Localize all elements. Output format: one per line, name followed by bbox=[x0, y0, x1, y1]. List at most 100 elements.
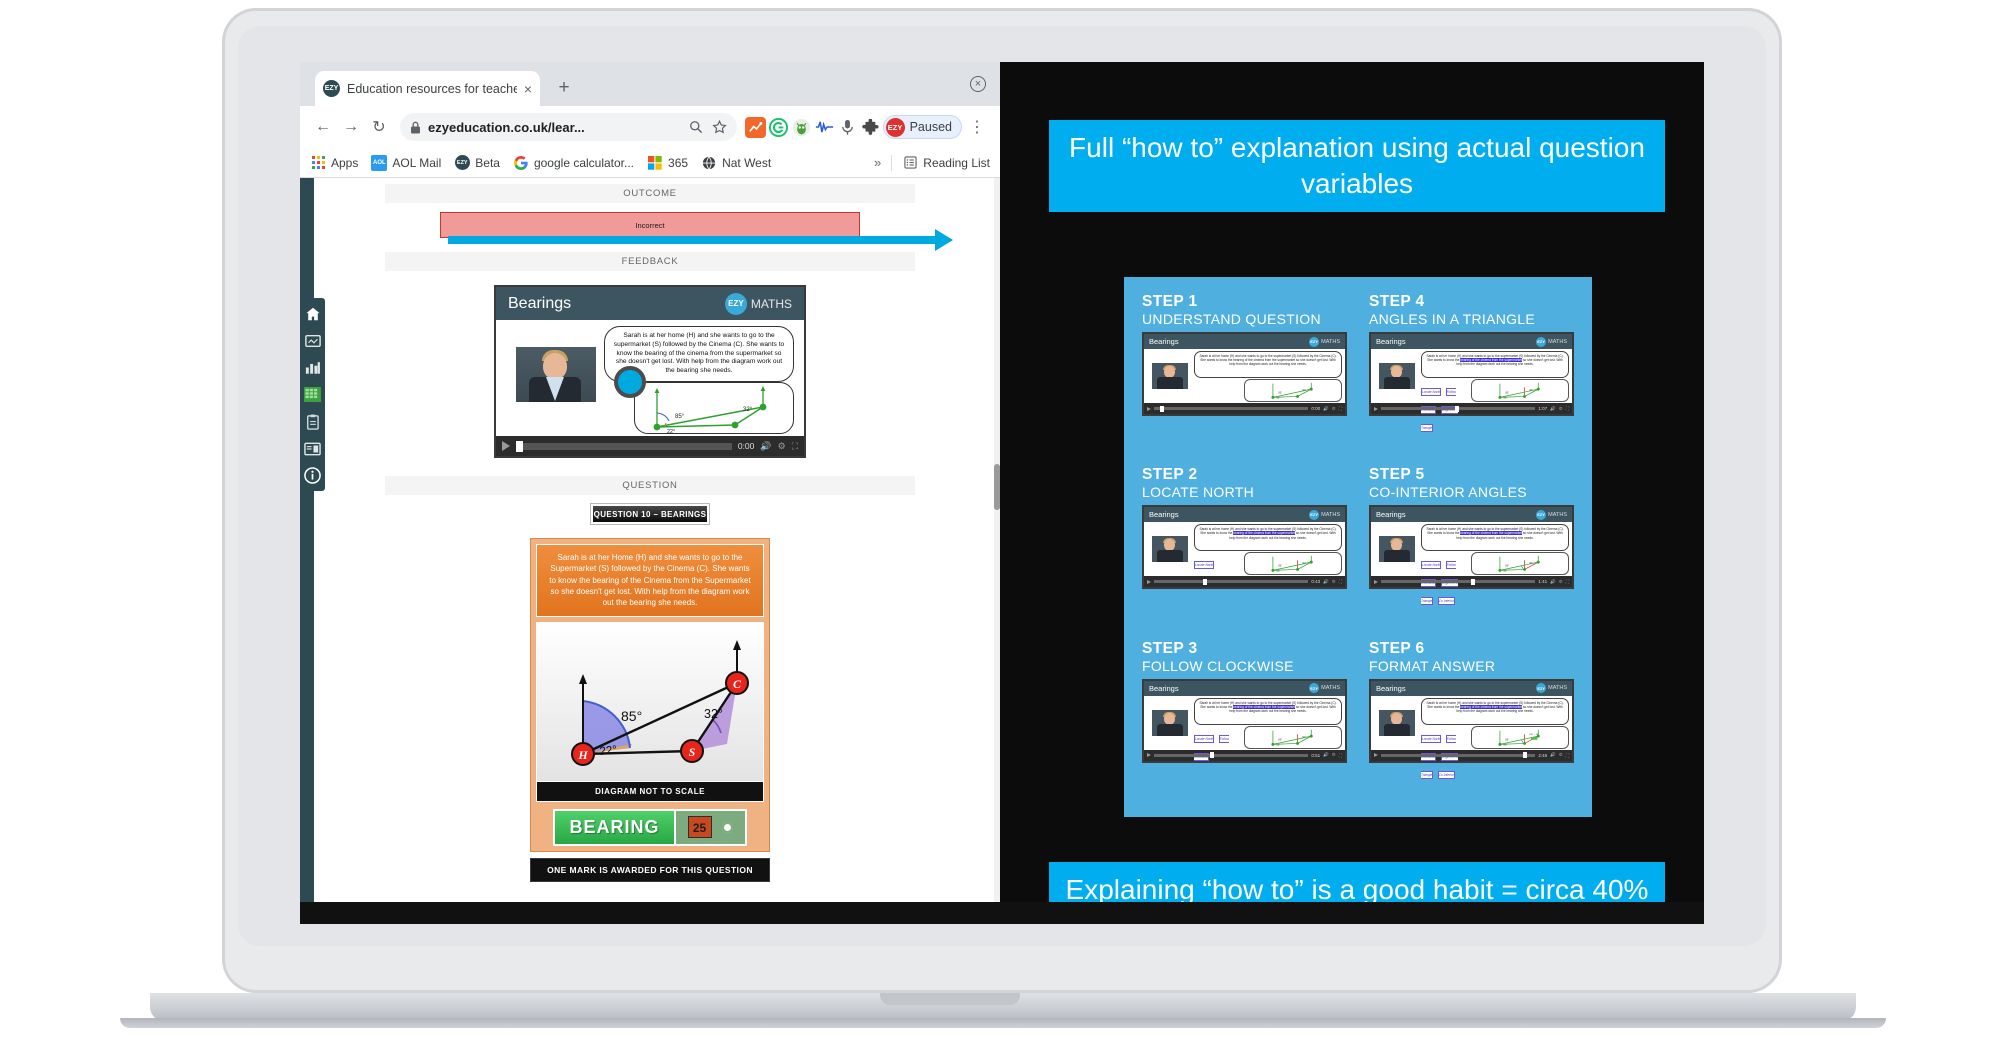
bar-chart-icon[interactable] bbox=[303, 358, 322, 377]
fullscreen-icon[interactable]: ⛶ bbox=[1339, 753, 1342, 758]
step-chip: Locate North bbox=[1421, 388, 1442, 396]
bearing-input[interactable]: 25 bbox=[687, 816, 712, 839]
card-icon[interactable] bbox=[303, 331, 322, 350]
thumb-video-controls[interactable]: 0:43 🔊 ⚙ ⛶ bbox=[1144, 576, 1345, 588]
grammarly-icon[interactable] bbox=[768, 117, 789, 138]
id-card-icon[interactable] bbox=[303, 439, 322, 458]
svg-text:32°: 32° bbox=[704, 707, 723, 721]
play-icon[interactable] bbox=[502, 441, 510, 451]
video-progress-bar[interactable] bbox=[1381, 405, 1536, 412]
settings-icon[interactable]: ⚙ bbox=[1332, 406, 1336, 412]
video-progress-bar[interactable] bbox=[1154, 405, 1309, 412]
answer-row: BEARING 25 bbox=[536, 808, 764, 846]
bug-extension-icon[interactable] bbox=[791, 117, 812, 138]
video-time: 2:46 bbox=[1538, 752, 1548, 758]
video-progress-bar[interactable] bbox=[1381, 752, 1536, 759]
thumb-video-controls[interactable]: 0:51 🔊 ⚙ ⛶ bbox=[1144, 749, 1345, 761]
bearing-input-group[interactable]: 25 bbox=[673, 810, 745, 844]
forward-icon[interactable]: → bbox=[338, 114, 364, 140]
new-tab-button[interactable]: + bbox=[553, 78, 575, 100]
video-progress-bar[interactable] bbox=[1154, 752, 1309, 759]
back-icon[interactable]: ← bbox=[310, 114, 336, 140]
step-video-thumbnail[interactable]: Bearings EZY MATHS Sarah is at her home (… bbox=[1369, 678, 1574, 779]
info-icon[interactable] bbox=[303, 466, 322, 485]
fullscreen-icon[interactable]: ⛶ bbox=[1566, 753, 1569, 758]
play-icon[interactable] bbox=[1147, 753, 1151, 758]
clipboard-icon[interactable] bbox=[303, 412, 322, 431]
progress-knob[interactable] bbox=[516, 440, 523, 452]
fullscreen-icon[interactable]: ⛶ bbox=[1339, 406, 1342, 411]
reload-icon[interactable]: ↻ bbox=[366, 114, 392, 140]
volume-icon[interactable]: 🔊 bbox=[1550, 579, 1556, 585]
settings-icon[interactable]: ⚙ bbox=[1559, 579, 1563, 585]
profile-avatar: EZY bbox=[885, 117, 905, 137]
video-progress-bar[interactable] bbox=[1154, 578, 1309, 585]
browser-tab[interactable]: EZY Education resources for teache × bbox=[315, 71, 540, 106]
microphone-icon[interactable] bbox=[837, 117, 858, 138]
video-progress-bar[interactable] bbox=[516, 440, 732, 452]
video-controls[interactable]: 0:00 🔊 ⚙ ⛶ bbox=[496, 436, 804, 456]
tab-close-icon[interactable]: × bbox=[524, 82, 532, 96]
settings-icon[interactable]: ⚙ bbox=[1332, 579, 1336, 585]
svg-text:85°: 85° bbox=[1278, 392, 1282, 395]
fullscreen-icon[interactable]: ⛶ bbox=[1566, 579, 1569, 584]
step-video-thumbnail[interactable]: Bearings EZY MATHS Sarah is at her home (… bbox=[1142, 505, 1347, 590]
play-icon[interactable] bbox=[1374, 753, 1378, 758]
paused-label: Paused bbox=[909, 120, 952, 134]
volume-icon[interactable]: 🔊 bbox=[1323, 406, 1329, 412]
video-progress-bar[interactable] bbox=[1381, 578, 1536, 585]
settings-icon[interactable]: ⚙ bbox=[1332, 752, 1336, 758]
ezy-badge-icon: EZY bbox=[724, 292, 747, 315]
settings-icon[interactable]: ⚙ bbox=[1559, 752, 1563, 758]
play-icon[interactable] bbox=[1374, 406, 1378, 411]
play-icon[interactable] bbox=[1147, 406, 1151, 411]
play-icon[interactable] bbox=[1374, 579, 1378, 584]
feedback-video-player[interactable]: Bearings EZY MATHS Sarah is at her home … bbox=[494, 285, 806, 458]
home-icon[interactable] bbox=[303, 304, 322, 323]
fullscreen-icon[interactable]: ⛶ bbox=[1566, 406, 1569, 411]
volume-icon[interactable]: 🔊 bbox=[760, 441, 771, 452]
fullscreen-icon[interactable]: ⛶ bbox=[1339, 579, 1342, 584]
volume-icon[interactable]: 🔊 bbox=[1550, 406, 1556, 412]
step-video-thumbnail[interactable]: Bearings EZY MATHS Sarah is at her home (… bbox=[1142, 678, 1347, 763]
thumb-video-title: Bearings bbox=[1149, 683, 1179, 693]
thumb-video-controls[interactable]: 2:46 🔊 ⚙ ⛶ bbox=[1371, 749, 1572, 761]
reading-list-button[interactable]: Reading List bbox=[902, 155, 990, 171]
bookmark-apps[interactable]: Apps bbox=[310, 155, 358, 171]
waveform-extension-icon[interactable] bbox=[814, 117, 835, 138]
step-video-thumbnail[interactable]: Bearings EZY MATHS Sarah is at her home (… bbox=[1369, 332, 1574, 432]
settings-icon[interactable]: ⚙ bbox=[778, 441, 786, 452]
bookmark-star-icon[interactable] bbox=[711, 119, 727, 135]
bookmark-aol-mail[interactable]: AOL AOL Mail bbox=[371, 154, 441, 171]
reading-list-label: Reading List bbox=[923, 155, 990, 170]
chrome-menu-icon[interactable]: ⋮ bbox=[964, 114, 990, 140]
address-bar[interactable]: ezyeducation.co.uk/lear... bbox=[400, 113, 737, 141]
paused-profile-badge[interactable]: EZY Paused bbox=[882, 115, 962, 139]
step-video-thumbnail[interactable]: Bearings EZY MATHS Sarah is at her home (… bbox=[1369, 505, 1574, 606]
thumb-video-controls[interactable]: 1:41 🔊 ⚙ ⛶ bbox=[1371, 576, 1572, 588]
step-video-thumbnail[interactable]: Bearings EZY MATHS Sarah is at her home (… bbox=[1142, 332, 1347, 416]
volume-icon[interactable]: 🔊 bbox=[1550, 752, 1556, 758]
apps-grid-icon bbox=[310, 155, 326, 171]
bookmark-nat-west[interactable]: Nat West bbox=[701, 155, 771, 171]
grid-table-icon[interactable] bbox=[303, 385, 322, 404]
bookmark-google-calculator[interactable]: google calculator... bbox=[513, 155, 634, 171]
settings-icon[interactable]: ⚙ bbox=[1559, 406, 1563, 412]
play-icon[interactable] bbox=[1147, 579, 1151, 584]
bookmarks-overflow-icon[interactable]: » bbox=[874, 155, 881, 170]
step-title: ANGLES IN A TRIANGLE bbox=[1369, 311, 1536, 327]
chart-extension-icon[interactable] bbox=[744, 116, 766, 138]
bookmark-beta[interactable]: EZY Beta bbox=[454, 155, 500, 171]
puzzle-extensions-icon[interactable] bbox=[860, 117, 881, 138]
thumb-video-controls[interactable]: 1:07 🔊 ⚙ ⛶ bbox=[1371, 403, 1572, 414]
svg-text:22°: 22° bbox=[1277, 572, 1280, 574]
volume-icon[interactable]: 🔊 bbox=[1323, 579, 1329, 585]
bookmark-365[interactable]: 365 bbox=[647, 155, 688, 171]
search-icon[interactable] bbox=[689, 120, 703, 134]
fullscreen-icon[interactable]: ⛶ bbox=[792, 441, 798, 452]
thumb-video-controls[interactable]: 0:00 🔊 ⚙ ⛶ bbox=[1144, 403, 1345, 414]
window-close-button[interactable]: × bbox=[970, 76, 986, 92]
question-card: Sarah is at her Home (H) and she wants t… bbox=[530, 538, 770, 852]
step-cell: STEP 2 LOCATE NORTH Bearings EZY MATHS Sa… bbox=[1142, 466, 1347, 627]
volume-icon[interactable]: 🔊 bbox=[1323, 752, 1329, 758]
